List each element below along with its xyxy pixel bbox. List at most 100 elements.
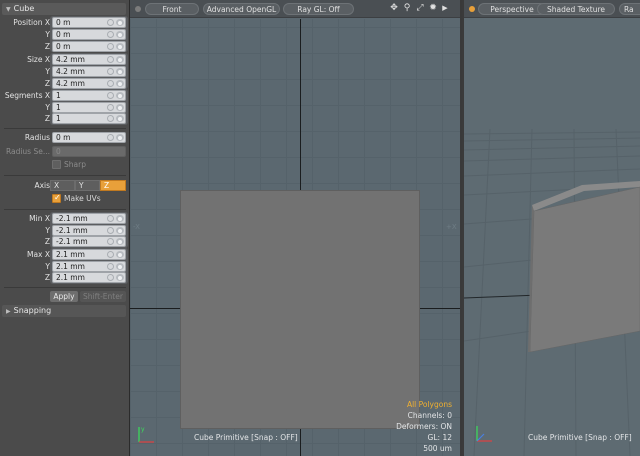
cube-section-title: Cube [13,4,35,13]
reset-icon[interactable] [107,238,114,245]
eye-icon[interactable] [116,31,124,38]
deformers-info: Deformers: ON [396,422,452,431]
eye-icon[interactable] [116,43,124,50]
eye-icon[interactable] [116,80,124,87]
min-y-label: Y [45,226,50,235]
position-z-label: Z [44,42,50,51]
eye-icon[interactable] [116,104,124,111]
collapse-triangle-icon[interactable]: ▼ [6,4,11,16]
max-x-field[interactable]: 2.1 mm [52,249,126,260]
expand-triangle-icon[interactable]: ▶ [6,306,11,318]
perspective-grid[interactable]: Cube Primitive [Snap : OFF] [464,19,640,456]
eye-icon[interactable] [116,251,124,258]
reset-icon[interactable] [107,134,114,141]
eye-icon[interactable] [116,215,124,222]
reset-icon[interactable] [107,31,114,38]
reset-icon[interactable] [107,215,114,222]
axis-gizmo-icon: y [138,426,154,443]
eye-icon[interactable] [116,92,124,99]
position-y-field[interactable]: 0 m [52,29,126,40]
size-x-field[interactable]: 4.2 mm [52,54,126,65]
front-viewport[interactable]: Front Advanced OpenGL Ray GL: Off ✥ ⚲ ⤢ … [130,0,462,456]
perspective-viewport[interactable]: Perspective Shaded Texture Ra Cube Primi… [464,0,640,456]
reset-icon[interactable] [107,274,114,281]
sharp-checkbox[interactable] [52,160,61,169]
position-x-field[interactable]: 0 m [52,17,126,28]
position-z-field[interactable]: 0 m [52,41,126,52]
move-view-icon[interactable]: ✥ [389,3,399,14]
perspective-viewport-toolbar: Perspective Shaded Texture Ra [464,0,640,18]
shading-mode-button[interactable]: Advanced OpenGL [203,3,280,15]
snapping-section-header[interactable]: ▶ Snapping [2,305,126,317]
eye-icon[interactable] [116,227,124,234]
snapping-section-title: Snapping [13,306,52,315]
reset-icon[interactable] [107,115,114,122]
eye-icon[interactable] [116,19,124,26]
expand-arrow-icon[interactable]: ▶ [440,3,450,14]
reset-icon[interactable] [107,263,114,270]
axis-z-button[interactable]: Z [100,180,126,191]
view-type-button[interactable]: Perspective [478,3,546,15]
eye-icon[interactable] [116,56,124,63]
raygl-button[interactable]: Ray GL: Off [283,3,354,15]
reset-icon[interactable] [107,80,114,87]
divider [4,287,126,288]
segments-y-label: Y [45,103,50,112]
size-y-label: Y [45,67,50,76]
svg-text:y: y [141,426,145,433]
minus-x-marker: -X [133,223,140,231]
view-type-button[interactable]: Front [145,3,199,15]
settings-icon[interactable]: ✹ [428,3,438,14]
reset-icon[interactable] [107,56,114,63]
radius-field[interactable]: 0 m [52,132,126,143]
reset-icon[interactable] [107,104,114,111]
eye-icon[interactable] [116,263,124,270]
segments-z-field[interactable]: 1 [52,113,126,124]
max-y-field[interactable]: 2.1 mm [52,261,126,272]
min-x-label: Min X [29,214,50,223]
front-grid[interactable]: -X +X y Cube Primitive [Snap : OFF] All … [130,19,460,456]
segments-y-field[interactable]: 1 [52,102,126,113]
reset-icon[interactable] [107,43,114,50]
viewport-menu-dot[interactable] [469,6,475,12]
size-z-label: Z [44,79,50,88]
zoom-icon[interactable]: ⚲ [402,3,412,14]
axis-y-button[interactable]: Y [75,180,100,191]
size-z-field[interactable]: 4.2 mm [52,78,126,89]
axis-label: Axis [34,181,50,190]
size-x-label: Size X [27,55,50,64]
gl-info: GL: 12 [427,433,452,442]
position-x-label: Position X [13,18,50,27]
min-x-field[interactable]: -2.1 mm [52,213,126,224]
segments-x-field[interactable]: 1 [52,90,126,101]
reset-icon[interactable] [107,227,114,234]
eye-icon[interactable] [116,134,124,141]
make-uvs-label: Make UVs [64,194,101,203]
shading-mode-button[interactable]: Shaded Texture [537,3,615,15]
reset-icon[interactable] [107,68,114,75]
viewport-menu-dot[interactable] [135,6,141,12]
segments-z-label: Z [44,114,50,123]
apply-button[interactable]: Apply [50,291,78,302]
cube-section-header[interactable]: ▼ Cube [2,3,126,15]
cube-face[interactable] [180,190,420,429]
min-y-field[interactable]: -2.1 mm [52,225,126,236]
max-z-field[interactable]: 2.1 mm [52,272,126,283]
axis-x-button[interactable]: X [50,180,75,191]
min-z-field[interactable]: -2.1 mm [52,236,126,247]
reset-icon[interactable] [107,92,114,99]
make-uvs-checkbox[interactable] [52,193,61,203]
eye-icon[interactable] [116,115,124,122]
eye-icon[interactable] [116,68,124,75]
raygl-button[interactable]: Ra [619,3,640,15]
primitive-status: Cube Primitive [Snap : OFF] [194,433,298,442]
plus-x-marker: +X [446,223,457,231]
reset-icon[interactable] [107,251,114,258]
reset-icon[interactable] [107,19,114,26]
front-viewport-toolbar: Front Advanced OpenGL Ray GL: Off ✥ ⚲ ⤢ … [130,0,460,18]
eye-icon[interactable] [116,274,124,281]
maximize-icon[interactable]: ⤢ [415,3,425,14]
eye-icon[interactable] [116,238,124,245]
divider [4,209,126,210]
size-y-field[interactable]: 4.2 mm [52,66,126,77]
